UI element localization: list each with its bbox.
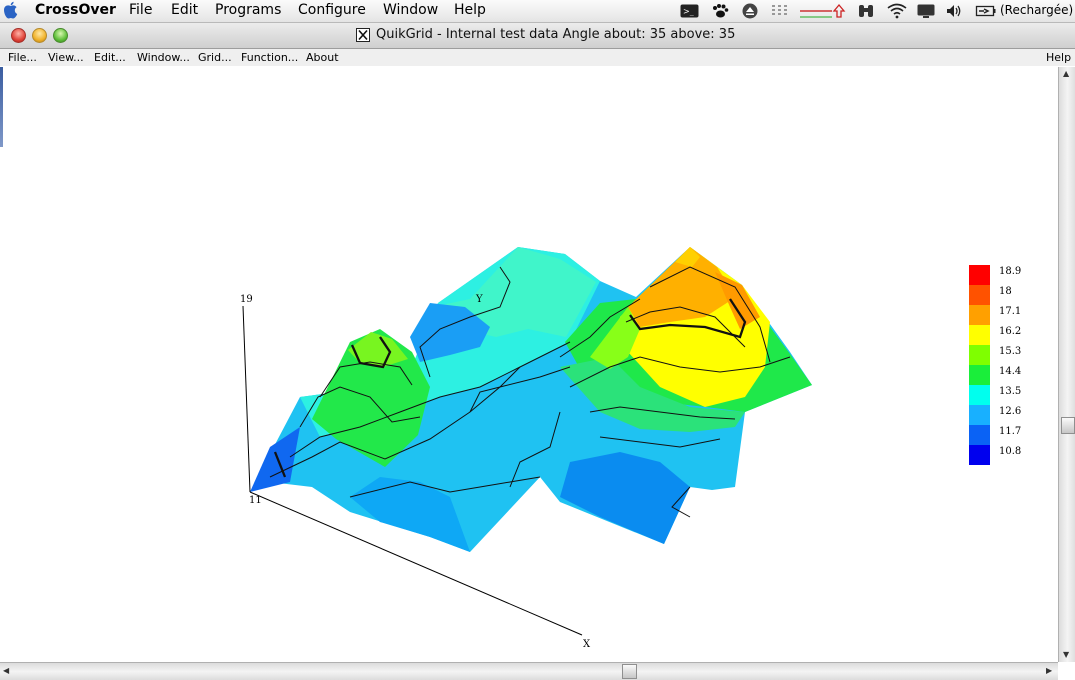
menu-window[interactable]: Window <box>383 2 438 18</box>
app-menu-file[interactable]: File... <box>8 51 37 64</box>
window-title: QuikGrid - Internal test data Angle abou… <box>376 27 736 42</box>
color-legend: 18.9 18 17.1 16.2 15.3 14.4 13.5 12.6 11.7 10.8 <box>969 265 1021 465</box>
legend-label: 10.8 <box>999 446 1021 457</box>
axis-origin-label: 11 <box>249 495 262 506</box>
legend-swatch <box>969 405 990 425</box>
legend-swatch <box>969 365 990 385</box>
menu-crossover[interactable]: CrossOver <box>35 2 116 18</box>
surface-mesh <box>250 247 812 552</box>
menu-configure[interactable]: Configure <box>298 2 366 18</box>
window-title-bar[interactable]: QuikGrid - Internal test data Angle abou… <box>0 23 1075 49</box>
wifi-icon[interactable] <box>886 3 908 19</box>
surface-plot-canvas[interactable]: 19 11 X Y 18.9 18 17.1 16.2 15.3 14.4 13.5 12.6… <box>0 67 1058 662</box>
legend-swatch <box>969 345 990 365</box>
app-menu-view[interactable]: View... <box>48 51 84 64</box>
display-icon[interactable] <box>916 3 936 19</box>
vertical-scroll-thumb[interactable] <box>1061 417 1075 434</box>
system-menu-bar: CrossOver File Edit Programs Configure W… <box>0 0 1075 23</box>
volume-icon[interactable] <box>945 3 963 19</box>
vertical-scrollbar[interactable]: ▲ ▼ <box>1058 67 1075 662</box>
app-menu-grid[interactable]: Grid... <box>198 51 232 64</box>
menu-help[interactable]: Help <box>454 2 486 18</box>
legend-label: 14.4 <box>999 366 1021 377</box>
apple-icon[interactable] <box>2 1 19 20</box>
axis-top-label: 19 <box>240 294 253 305</box>
legend-label: 18.9 <box>999 266 1021 277</box>
scroll-up-arrow[interactable]: ▲ <box>1063 69 1069 79</box>
horizontal-scroll-thumb[interactable] <box>622 664 637 679</box>
legend-label: 16.2 <box>999 326 1021 337</box>
app-menu-function[interactable]: Function... <box>241 51 298 64</box>
z-axis-line <box>242 305 251 493</box>
scroll-down-arrow[interactable]: ▼ <box>1063 650 1069 660</box>
paw-icon[interactable] <box>711 3 729 19</box>
legend-swatch <box>969 305 990 325</box>
app-menu-about[interactable]: About <box>306 51 339 64</box>
app-menu-help[interactable]: Help <box>1046 51 1071 64</box>
eject-icon[interactable] <box>742 3 758 19</box>
y-axis-label: Y <box>475 294 483 305</box>
battery-status-label: (Rechargée) <box>1000 3 1074 17</box>
menu-edit[interactable]: Edit <box>171 2 198 18</box>
x-axis-label: X <box>583 639 591 650</box>
legend-label: 11.7 <box>999 426 1021 437</box>
close-window-button[interactable] <box>11 28 26 43</box>
legend-swatch <box>969 385 990 405</box>
svg-text:>_: >_ <box>683 7 694 16</box>
x11-icon <box>356 28 370 42</box>
legend-label: 17.1 <box>999 306 1021 317</box>
menu-programs[interactable]: Programs <box>215 2 281 18</box>
zoom-window-button[interactable] <box>53 28 68 43</box>
app-menu-window[interactable]: Window... <box>137 51 190 64</box>
legend-label: 18 <box>999 286 1012 297</box>
legend-swatch <box>969 265 990 285</box>
binoculars-icon[interactable] <box>857 3 875 19</box>
legend-label: 12.6 <box>999 406 1021 417</box>
legend-swatch <box>969 285 990 305</box>
scroll-right-arrow[interactable]: ▶ <box>1046 666 1052 676</box>
minimize-window-button[interactable] <box>32 28 47 43</box>
legend-label: 15.3 <box>999 346 1021 357</box>
legend-swatch <box>969 325 990 345</box>
menu-file[interactable]: File <box>129 2 152 18</box>
terminal-icon[interactable]: >_ <box>680 3 699 19</box>
app-menu-edit[interactable]: Edit... <box>94 51 126 64</box>
cpu-meter-icon <box>771 3 791 19</box>
legend-swatch <box>969 425 990 445</box>
legend-swatch <box>969 445 990 465</box>
app-menu-bar: File... View... Edit... Window... Grid..… <box>0 49 1075 66</box>
legend-label: 13.5 <box>999 386 1021 397</box>
scroll-left-arrow[interactable]: ◀ <box>3 666 9 676</box>
horizontal-scrollbar[interactable]: ◀ ▶ <box>0 662 1058 680</box>
battery-icon[interactable] <box>975 3 997 19</box>
network-activity-icon <box>799 3 849 19</box>
